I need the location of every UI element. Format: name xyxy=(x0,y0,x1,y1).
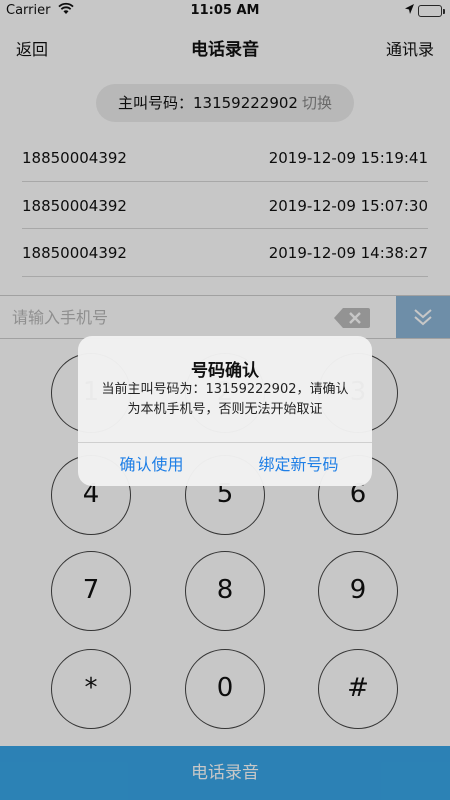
confirm-use-button[interactable]: 确认使用 xyxy=(78,443,225,486)
bind-new-number-button[interactable]: 绑定新号码 xyxy=(225,443,372,486)
dialog-message: 当前主叫号码为：13159222902，请确认为本机手机号，否则无法开始取证 xyxy=(101,382,349,417)
confirm-number-dialog: 号码确认 当前主叫号码为：13159222902，请确认为本机手机号，否则无法开… xyxy=(78,336,372,486)
dialog-title: 号码确认 xyxy=(191,361,259,381)
